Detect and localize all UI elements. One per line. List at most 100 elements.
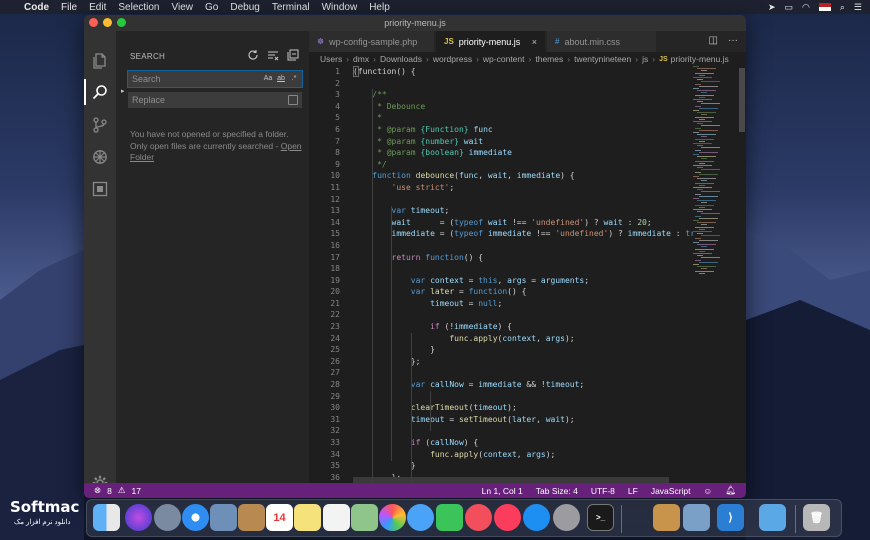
reminders-icon[interactable] [323,504,350,531]
close-tab-icon[interactable]: × [532,37,537,47]
breadcrumb-item[interactable]: js [642,54,648,64]
code-line[interactable] [353,367,693,379]
replace-input[interactable]: Replace [128,92,302,108]
code-line[interactable]: (function() { [353,66,693,78]
spotlight-icon[interactable]: ⌕ [840,2,845,13]
vertical-scrollbar-thumb[interactable] [739,68,745,132]
cursor-status-icon[interactable]: ➤ [768,2,776,13]
code-line[interactable]: * @param {boolean} immediate [353,147,693,159]
safari-icon[interactable] [182,504,209,531]
code-line[interactable]: clearTimeout(timeout); [353,402,693,414]
vscode-icon[interactable]: ⟩ [717,504,744,531]
app-store-icon[interactable] [523,504,550,531]
menu-go[interactable]: Go [205,2,218,13]
collapse-all-icon[interactable] [287,49,299,61]
code-line[interactable]: }; [353,356,693,368]
wifi-icon[interactable]: ◠ [802,2,810,13]
code-line[interactable]: * @param {Function} func [353,124,693,136]
match-case-toggle[interactable]: Aa [263,73,273,84]
breadcrumb-item[interactable]: wp-content [483,54,525,64]
messages-icon[interactable] [407,504,434,531]
breadcrumb-item[interactable]: Users [320,54,342,64]
code-line[interactable]: return function() { [353,252,693,264]
tab-about-min-css[interactable]: # about.min.css [547,31,657,52]
code-line[interactable]: } [353,344,693,356]
minimize-window-button[interactable] [103,18,112,27]
menu-selection[interactable]: Selection [118,2,159,13]
code-line[interactable]: */ [353,159,693,171]
language-mode[interactable]: JavaScript [651,486,691,496]
more-actions-icon[interactable]: ··· [728,35,738,46]
code-line[interactable]: func.apply(context, args); [353,333,693,345]
notes-icon[interactable] [294,504,321,531]
source-control-icon[interactable] [92,117,108,133]
code-line[interactable]: var later = function() { [353,286,693,298]
control-center-icon[interactable]: ☰ [854,2,862,13]
preview-icon[interactable] [683,504,710,531]
code-line[interactable]: * @param {number} wait [353,136,693,148]
split-editor-icon[interactable]: ◫ [709,35,718,46]
code-line[interactable] [353,194,693,206]
code-line[interactable]: timeout = null; [353,298,693,310]
code-line[interactable]: /** [353,89,693,101]
code-content[interactable]: (function() { /** * Debounce * * @param … [353,66,693,483]
explorer-icon[interactable] [92,53,108,69]
trash-icon[interactable]: 🗑︎ [803,504,830,531]
code-line[interactable] [353,425,693,437]
menu-edit[interactable]: Edit [89,2,106,13]
photos-icon[interactable] [379,504,406,531]
problems-indicator[interactable]: ⊗ 8 ⚠ 17 [94,485,141,496]
code-line[interactable] [353,240,693,252]
menu-terminal[interactable]: Terminal [272,2,310,13]
breadcrumb-item[interactable]: wordpress [433,54,472,64]
code-line[interactable]: function debounce(func, wait, immediate)… [353,170,693,182]
menu-window[interactable]: Window [322,2,358,13]
code-editor[interactable]: 1 2 3 4 5 6 7 8 9 10 11 12 13 14 15 16 17 18 19 20 21 22 23 24 2… [309,66,746,483]
code-line[interactable]: func.apply(context, args); [353,449,693,461]
code-line[interactable]: immediate = (typeof immediate !== 'undef… [353,228,693,240]
breadcrumb-item[interactable]: priority-menu.js [671,54,729,64]
maps-icon[interactable] [351,504,378,531]
stacks-icon[interactable] [653,504,680,531]
calendar-icon[interactable]: 14 [266,504,293,531]
code-line[interactable]: * Debounce [353,101,693,113]
code-line[interactable]: 'use strict'; [353,182,693,194]
tab-wp-config-sample[interactable]: ☸ wp-config-sample.php [309,31,435,52]
tab-priority-menu[interactable]: JS priority-menu.js × [436,31,546,52]
code-line[interactable] [353,391,693,403]
menu-help[interactable]: Help [369,2,390,13]
feedback-smiley-icon[interactable]: ☺ [704,486,713,496]
code-line[interactable]: * [353,112,693,124]
finder-icon[interactable] [93,504,120,531]
mail-preview-icon[interactable] [210,504,237,531]
code-line[interactable]: timeout = setTimeout(later, wait); [353,414,693,426]
notes-folder-icon[interactable] [238,504,265,531]
facetime-icon[interactable] [436,504,463,531]
code-line[interactable]: if (!immediate) { [353,321,693,333]
code-line[interactable] [353,263,693,275]
code-line[interactable]: var context = this, args = arguments; [353,275,693,287]
vertical-scrollbar[interactable] [738,66,746,483]
regex-toggle[interactable]: .* [289,73,299,84]
news-icon[interactable] [465,504,492,531]
code-line[interactable]: } [353,460,693,472]
music-icon[interactable] [494,504,521,531]
launchpad-icon[interactable] [154,504,181,531]
code-line[interactable]: var timeout; [353,205,693,217]
close-window-button[interactable] [89,18,98,27]
code-line[interactable] [353,309,693,321]
search-icon[interactable] [92,84,108,100]
airplay-icon[interactable]: ▭ [785,2,794,13]
minimap[interactable] [693,66,737,276]
end-of-line[interactable]: LF [628,486,638,496]
menu-file[interactable]: File [61,2,77,13]
code-line[interactable]: if (callNow) { [353,437,693,449]
tab-size[interactable]: Tab Size: 4 [536,486,578,496]
zoom-window-button[interactable] [117,18,126,27]
menu-app-name[interactable]: Code [24,2,49,13]
toggle-replace-chevron-icon[interactable]: ▸ [121,87,125,95]
extensions-icon[interactable] [92,181,108,197]
breadcrumb-item[interactable]: twentynineteen [574,54,631,64]
flag-icon[interactable] [818,3,831,11]
siri-icon[interactable] [125,504,152,531]
